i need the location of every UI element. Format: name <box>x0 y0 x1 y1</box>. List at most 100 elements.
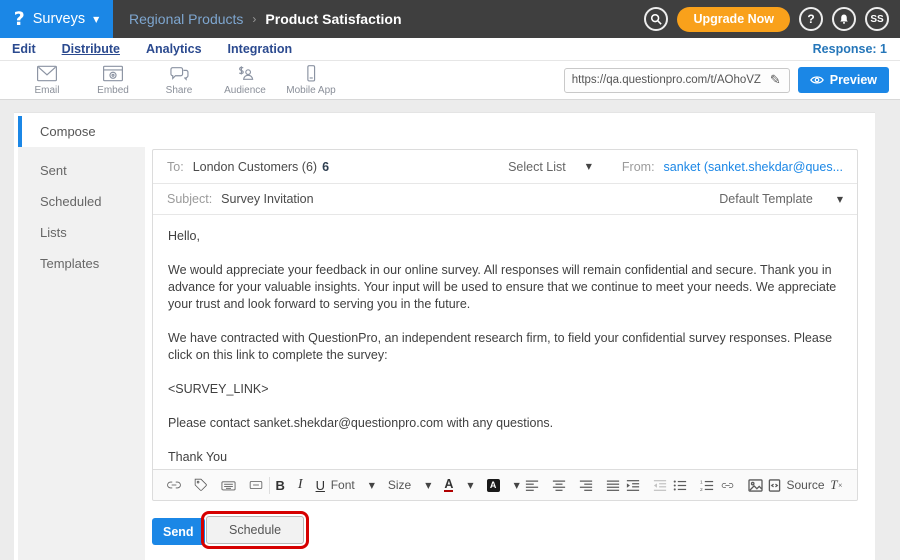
compose-form: To: London Customers (6) 6 Select List ▼… <box>152 149 858 501</box>
chevron-down-icon: ▼ <box>837 195 843 204</box>
body-paragraph: We would appreciate your feedback in our… <box>168 262 842 313</box>
channel-email[interactable]: Email <box>14 65 80 96</box>
to-row: To: London Customers (6) 6 Select List ▼… <box>153 150 857 184</box>
tab-integration[interactable]: Integration <box>228 42 293 56</box>
chevron-down-icon: ▼ <box>514 481 520 490</box>
remove-format-icon[interactable]: T× <box>830 477 843 493</box>
text-color-button[interactable]: A▼ <box>444 478 473 492</box>
send-button[interactable]: Send <box>152 518 205 545</box>
recipient-count[interactable]: 6 <box>322 160 329 174</box>
edit-url-icon[interactable]: ✎ <box>768 73 789 88</box>
align-justify-icon[interactable] <box>606 479 620 492</box>
tab-analytics[interactable]: Analytics <box>146 42 202 56</box>
align-center-icon[interactable] <box>552 479 566 492</box>
channel-embed[interactable]: Embed <box>80 65 146 96</box>
breadcrumb-current: Product Satisfaction <box>265 11 401 27</box>
to-value[interactable]: London Customers (6) <box>193 160 317 174</box>
chevron-down-icon: ▼ <box>425 481 431 490</box>
bold-button[interactable]: B <box>276 478 285 493</box>
schedule-button[interactable]: Schedule <box>206 516 304 544</box>
preview-button[interactable]: Preview <box>798 67 889 93</box>
size-dropdown[interactable]: Size▼ <box>388 478 432 492</box>
mobile-app-icon <box>300 65 322 82</box>
avatar[interactable]: SS <box>865 7 889 31</box>
search-icon <box>650 13 662 25</box>
notifications-button[interactable] <box>832 7 856 31</box>
body-paragraph: Thank You <box>168 449 842 466</box>
background-color-button[interactable]: A▼ <box>487 479 520 492</box>
header-actions: Upgrade Now ? SS <box>644 7 900 32</box>
share-icon <box>168 65 190 82</box>
outdent-icon[interactable] <box>653 479 667 492</box>
survey-url-input[interactable] <box>565 74 768 86</box>
email-icon <box>36 65 58 82</box>
embed-icon <box>102 65 124 82</box>
subject-row: Subject: Survey Invitation Default Templ… <box>153 184 857 215</box>
sidebar-item-compose[interactable]: Compose <box>18 116 145 147</box>
body-paragraph: We have contracted with QuestionPro, an … <box>168 330 842 364</box>
font-dropdown[interactable]: Font▼ <box>331 478 375 492</box>
from-group: From: sanket (sanket.shekdar@ques... <box>622 160 843 174</box>
product-switcher[interactable]: ? Surveys ▼ <box>0 0 113 38</box>
tab-distribute[interactable]: Distribute <box>62 42 120 56</box>
svg-text:1: 1 <box>700 479 703 485</box>
svg-text:2: 2 <box>700 486 703 491</box>
from-label: From: <box>622 160 655 174</box>
response-count[interactable]: Response: 1 <box>813 42 900 56</box>
email-sidebar: Sent Scheduled Lists Templates <box>18 147 145 560</box>
numbered-list-icon[interactable]: 12 <box>700 479 714 492</box>
help-button[interactable]: ? <box>799 7 823 31</box>
keyboard-icon[interactable] <box>221 479 236 492</box>
editor-toolbar: B I U Font▼ Size▼ A▼ A▼ 1 <box>153 469 857 500</box>
survey-url-area: ✎ Preview <box>564 67 900 93</box>
tab-edit[interactable]: Edit <box>12 42 36 56</box>
insert-button-icon[interactable] <box>249 479 263 491</box>
body-paragraph: Please contact sanket.shekdar@questionpr… <box>168 415 842 432</box>
survey-link-icon[interactable] <box>167 478 181 492</box>
channel-audience[interactable]: Audience <box>212 65 278 96</box>
bell-icon <box>838 13 850 25</box>
to-label: To: <box>167 160 184 174</box>
from-value[interactable]: sanket (sanket.shekdar@ques... <box>664 160 843 174</box>
distribute-email-panel: Compose Sent Scheduled Lists Templates T… <box>14 112 875 560</box>
breadcrumb: Regional Products › Product Satisfaction <box>129 11 402 27</box>
insert-link-icon[interactable] <box>720 479 735 492</box>
select-list-dropdown[interactable]: Select List ▼ <box>508 160 592 174</box>
app-menu-label: Surveys <box>33 11 85 27</box>
sidebar-item-scheduled[interactable]: Scheduled <box>18 186 145 217</box>
chevron-down-icon: ▼ <box>369 481 375 490</box>
search-button[interactable] <box>644 7 668 31</box>
channel-share[interactable]: Share <box>146 65 212 96</box>
underline-button[interactable]: U <box>316 478 325 493</box>
toolbar-separator <box>269 477 270 494</box>
sidebar-item-lists[interactable]: Lists <box>18 217 145 248</box>
top-header: ? Surveys ▼ Regional Products › Product … <box>0 0 900 38</box>
audience-icon <box>234 65 256 82</box>
survey-url-box[interactable]: ✎ <box>564 68 790 93</box>
breadcrumb-parent[interactable]: Regional Products <box>129 11 243 27</box>
question-mark-icon: ? <box>807 12 814 26</box>
sidebar-item-templates[interactable]: Templates <box>18 248 145 279</box>
email-body-editor[interactable]: Hello, We would appreciate your feedback… <box>153 215 857 469</box>
source-icon <box>768 479 781 492</box>
insert-image-icon[interactable] <box>748 479 763 492</box>
eye-icon <box>810 75 824 85</box>
tag-merge-field-icon[interactable] <box>194 478 208 492</box>
indent-icon[interactable] <box>626 479 640 492</box>
distribute-channel-bar: Email Embed Share Audience Mobile App ✎ … <box>0 61 900 100</box>
sidebar-item-sent[interactable]: Sent <box>18 155 145 186</box>
source-button[interactable]: Source <box>768 478 824 492</box>
survey-nav-tabs: Edit Distribute Analytics Integration Re… <box>0 38 900 61</box>
body-paragraph: <SURVEY_LINK> <box>168 381 842 398</box>
upgrade-now-button[interactable]: Upgrade Now <box>677 7 790 32</box>
subject-value[interactable]: Survey Invitation <box>221 192 313 206</box>
align-right-icon[interactable] <box>579 479 593 492</box>
align-left-icon[interactable] <box>525 479 539 492</box>
italic-button[interactable]: I <box>298 477 303 493</box>
channel-mobile-app[interactable]: Mobile App <box>278 65 344 96</box>
bullet-list-icon[interactable] <box>673 479 687 492</box>
questionpro-logo-icon: ? <box>14 8 25 30</box>
template-dropdown[interactable]: Default Template ▼ <box>719 192 843 206</box>
subject-label: Subject: <box>167 192 212 206</box>
chevron-down-icon: ▼ <box>93 15 99 24</box>
